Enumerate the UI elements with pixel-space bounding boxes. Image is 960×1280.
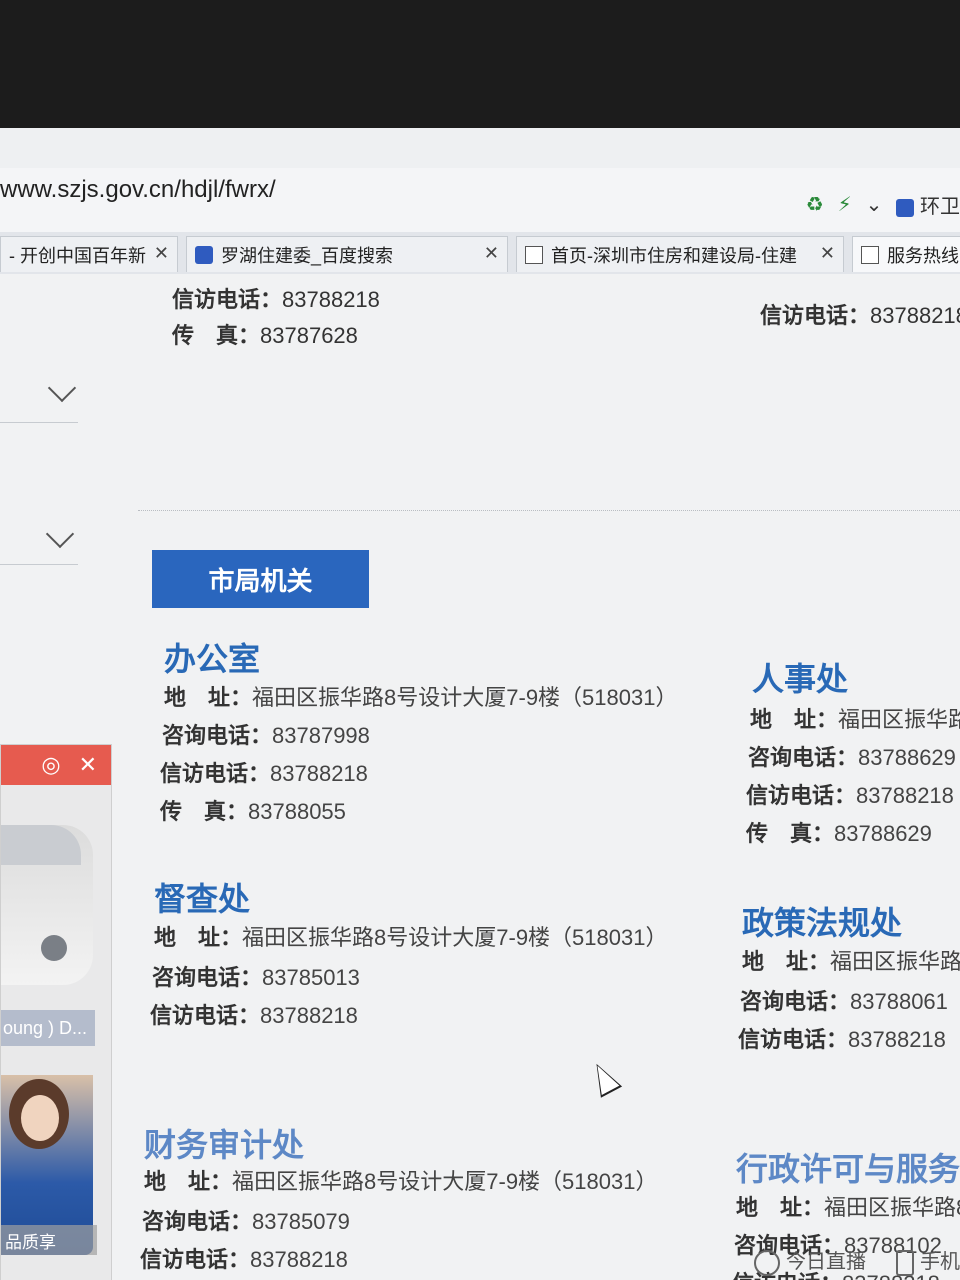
address-bar[interactable]: www.szjs.gov.cn/hdjl/fwrx/ ♻ ⚡ ⌄ 环卫	[0, 168, 960, 233]
browser-window: www.szjs.gov.cn/hdjl/fwrx/ ♻ ⚡ ⌄ 环卫 - 开创…	[0, 128, 960, 1280]
consult-line: 咨询电话：83787998	[162, 723, 370, 748]
fax-label: 传 真：	[172, 323, 261, 348]
petition-line: 信访电话：83788218	[150, 1003, 358, 1028]
petition-value: 83788218	[870, 303, 960, 328]
divider	[138, 510, 960, 511]
ad-caption[interactable]: 品质享	[1, 1225, 97, 1255]
address-line: 地 址：福田区振华路8	[742, 949, 960, 974]
petition-line: 信访电话：83788218	[738, 1027, 946, 1052]
address-line: 地 址：福田区振华路	[750, 707, 960, 732]
phone-icon	[896, 1250, 914, 1276]
petition-label: 信访电话：	[760, 303, 871, 328]
dept-title: 财务审计处	[144, 1127, 305, 1163]
tab-1[interactable]: - 开创中国百年新 ✕	[0, 236, 178, 272]
tab-label: - 开创中国百年新	[9, 245, 146, 266]
tab-city-bureau[interactable]: 市局机关	[152, 550, 369, 608]
ad-popup[interactable]: ◎ ✕ oung ) D... 品质享	[0, 744, 112, 1280]
ad-header: ◎ ✕	[1, 745, 111, 785]
fax-line: 传 真：83788629	[746, 821, 932, 846]
chevron-down-icon[interactable]	[45, 519, 75, 549]
petition-line: 信访电话：83788218	[160, 761, 368, 786]
tab-4-active[interactable]: 服务热线	[852, 236, 960, 272]
close-icon[interactable]: ✕	[484, 243, 499, 264]
address-line: 地 址：福田区振华路8号设计大厦7-9楼（518031）	[164, 685, 678, 710]
petition-line: 信访电话：83788218	[140, 1247, 348, 1272]
product-image[interactable]	[1, 825, 93, 985]
document-icon	[525, 245, 543, 264]
ad-caption[interactable]: oung ) D...	[1, 1010, 95, 1046]
url-text[interactable]: www.szjs.gov.cn/hdjl/fwrx/	[0, 176, 276, 204]
consult-line: 咨询电话：83788061	[740, 989, 948, 1014]
tab-label: 罗湖住建委_百度搜索	[221, 245, 394, 266]
tab-3[interactable]: 首页-深圳市住房和建设局-住建 ✕	[516, 236, 844, 272]
phone-link[interactable]: 手机	[896, 1245, 960, 1276]
live-link[interactable]: 今日直播	[754, 1245, 866, 1276]
petition-value: 83788218	[282, 287, 380, 312]
close-icon[interactable]: ✕	[820, 243, 835, 264]
address-line: 地 址：福田区振华路8号设计大厦7-9楼（518031）	[144, 1169, 658, 1194]
top-fax-line: 传 真：83787628	[172, 318, 358, 350]
tab-strip: - 开创中国百年新 ✕ 罗湖住建委_百度搜索 ✕ 首页-深圳市住房和建设局-住建…	[0, 232, 960, 275]
top-right-petition-line: 信访电话：83788218	[760, 298, 960, 330]
bolt-icon[interactable]: ⚡	[838, 192, 852, 217]
document-icon	[861, 245, 879, 264]
dept-title: 行政许可与服务处	[736, 1151, 960, 1187]
close-icon[interactable]: ✕	[154, 243, 169, 264]
paw-icon	[896, 198, 915, 217]
tab-2[interactable]: 罗湖住建委_百度搜索 ✕	[186, 236, 508, 272]
divider	[0, 422, 78, 423]
divider	[0, 564, 78, 565]
paw-icon	[195, 245, 213, 264]
refresh-icon[interactable]: ♻	[806, 192, 824, 217]
dept-title: 人事处	[752, 661, 849, 697]
top-petition-line: 信访电话：83788218	[172, 282, 380, 314]
consult-line: 咨询电话：83788629	[748, 745, 956, 770]
extension-button[interactable]: 环卫	[896, 190, 960, 219]
address-line: 地 址：福田区振华路8	[736, 1195, 960, 1220]
dept-title: 办公室	[164, 641, 261, 677]
tab-label: 服务热线	[887, 245, 959, 266]
status-bar: 今日直播 手机	[754, 1245, 960, 1276]
consult-line: 咨询电话：83785079	[142, 1209, 350, 1234]
petition-label: 信访电话：	[172, 287, 283, 312]
settings-icon[interactable]: ◎	[41, 752, 60, 778]
page-content: 信访电话：83788218 传 真：83787628 信访电话：83788218…	[0, 274, 960, 1280]
play-icon	[754, 1250, 780, 1276]
fax-value: 83787628	[260, 323, 358, 348]
tab-label: 首页-深圳市住房和建设局-住建	[551, 245, 797, 266]
address-line: 地 址：福田区振华路8号设计大厦7-9楼（518031）	[154, 925, 668, 950]
dept-title: 政策法规处	[742, 905, 903, 941]
petition-line: 信访电话：83788218	[746, 783, 954, 808]
consult-line: 咨询电话：83785013	[152, 965, 360, 990]
dept-title: 督查处	[154, 881, 251, 917]
extension-label: 环卫	[920, 196, 960, 218]
toolbar: ♻ ⚡ ⌄ 环卫	[806, 190, 960, 219]
fax-line: 传 真：83788055	[160, 799, 346, 824]
chevron-down-icon[interactable]	[47, 373, 77, 403]
close-icon[interactable]: ✕	[79, 752, 97, 778]
chevron-down-icon[interactable]: ⌄	[866, 192, 883, 217]
